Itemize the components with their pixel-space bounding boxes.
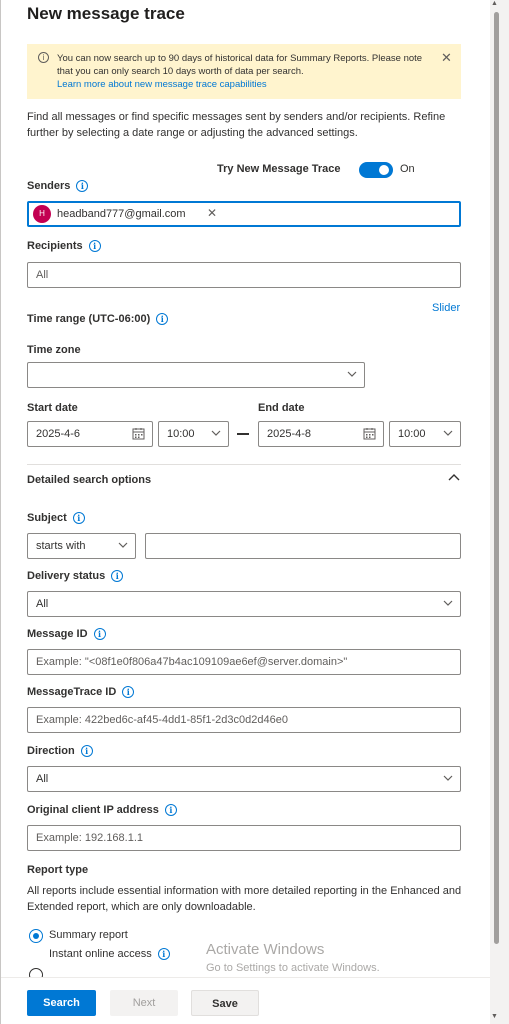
summary-report-radio[interactable] (29, 929, 43, 943)
summary-report-sub: Instant online access i (49, 948, 170, 961)
chevron-down-icon (443, 775, 453, 781)
remove-sender-icon[interactable]: ✕ (207, 206, 217, 220)
direction-select[interactable]: All (27, 766, 461, 792)
messagetrace-id-input[interactable]: Example: 422bed6c-af45-4dd1-85f1-2d3c0d2… (27, 707, 461, 733)
toggle-label: Try New Message Trace (217, 163, 341, 175)
start-time-value: 10:00 (167, 428, 195, 440)
radio-selected-dot (33, 933, 39, 939)
messagetrace-id-placeholder: Example: 422bed6c-af45-4dd1-85f1-2d3c0d2… (36, 714, 288, 726)
recipients-input[interactable]: All (27, 262, 461, 288)
chevron-down-icon (118, 542, 128, 548)
activation-watermark-title: Activate Windows (206, 941, 325, 958)
banner-text: You can now search up to 90 days of hist… (57, 53, 423, 77)
info-icon: i (38, 52, 49, 63)
chevron-down-icon (443, 600, 453, 606)
slider-link[interactable]: Slider (432, 302, 460, 314)
activation-watermark-text: Go to Settings to activate Windows. (206, 962, 380, 974)
chevron-down-icon (347, 371, 357, 377)
toggle-knob (379, 165, 389, 175)
info-icon[interactable]: i (157, 948, 170, 961)
close-icon[interactable]: ✕ (441, 50, 452, 66)
scrollbar[interactable]: ▲ ▼ (490, 0, 509, 1024)
info-icon[interactable]: i (88, 240, 101, 253)
info-icon[interactable]: i (122, 686, 135, 699)
page-title: New message trace (27, 4, 185, 23)
sender-chip-email: headband777@gmail.com (57, 208, 186, 220)
time-zone-label: Time zone (27, 344, 81, 356)
next-button[interactable]: Next (110, 990, 178, 1016)
detailed-search-label[interactable]: Detailed search options (27, 474, 151, 486)
recipients-label: Recipients i (27, 240, 101, 253)
scroll-down-icon[interactable]: ▼ (491, 1013, 498, 1020)
info-icon[interactable]: i (72, 512, 85, 525)
chevron-down-icon (443, 430, 453, 436)
client-ip-placeholder: Example: 192.168.1.1 (36, 832, 144, 844)
start-date-value: 2025-4-6 (36, 428, 81, 440)
new-trace-toggle[interactable] (359, 162, 393, 178)
end-time-select[interactable]: 10:00 (389, 421, 461, 447)
message-id-placeholder: Example: "<08f1e0f806a47b4ac109109ae6ef@… (36, 656, 348, 668)
subject-label: Subject i (27, 512, 85, 525)
info-icon[interactable]: i (111, 570, 124, 583)
time-zone-select[interactable] (27, 362, 365, 388)
calendar-icon (363, 428, 376, 440)
client-ip-input[interactable]: Example: 192.168.1.1 (27, 825, 461, 851)
direction-label: Direction i (27, 745, 93, 758)
start-date-picker[interactable]: 2025-4-6 (27, 421, 153, 447)
range-separator (237, 433, 249, 435)
report-type-description: All reports include essential informatio… (27, 885, 462, 913)
info-banner: i You can now search up to 90 days of hi… (27, 44, 461, 99)
message-id-input[interactable]: Example: "<08f1e0f806a47b4ac109109ae6ef@… (27, 649, 461, 675)
subject-operator-select[interactable]: starts with (27, 533, 136, 559)
time-range-label: Time range (UTC-06:00) i (27, 313, 169, 326)
search-button[interactable]: Search (27, 990, 96, 1016)
footer-bar: Search Next Save (1, 977, 491, 1024)
scrollbar-thumb[interactable] (494, 12, 499, 944)
avatar: H (33, 205, 51, 223)
section-divider (27, 464, 461, 465)
delivery-status-label: Delivery status i (27, 570, 124, 583)
subject-operator-value: starts with (36, 540, 86, 552)
senders-input[interactable]: H headband777@gmail.com ✕ (27, 201, 461, 227)
delivery-status-value: All (36, 598, 49, 610)
chevron-down-icon (211, 430, 221, 436)
start-time-select[interactable]: 10:00 (158, 421, 229, 447)
messagetrace-id-label: MessageTrace ID i (27, 686, 135, 699)
toggle-state: On (400, 163, 415, 175)
message-trace-panel: New message trace i You can now search u… (0, 0, 509, 1024)
info-icon[interactable]: i (164, 804, 177, 817)
learn-more-link[interactable]: Learn more about new message trace capab… (57, 79, 267, 90)
report-type-label: Report type (27, 864, 89, 876)
recipients-placeholder: All (36, 269, 49, 281)
start-date-label: Start date (27, 402, 78, 414)
subject-input[interactable] (145, 533, 461, 559)
info-icon[interactable]: i (156, 313, 169, 326)
end-time-value: 10:00 (398, 428, 426, 440)
end-date-label: End date (258, 402, 305, 414)
info-icon[interactable]: i (80, 745, 93, 758)
direction-value: All (36, 773, 49, 785)
end-date-value: 2025-4-8 (267, 428, 312, 440)
end-date-picker[interactable]: 2025-4-8 (258, 421, 384, 447)
client-ip-label: Original client IP address i (27, 804, 177, 817)
chevron-up-icon[interactable] (447, 472, 461, 484)
save-button[interactable]: Save (191, 990, 259, 1016)
scroll-up-icon[interactable]: ▲ (491, 0, 498, 7)
info-icon[interactable]: i (93, 628, 106, 641)
message-id-label: Message ID i (27, 628, 106, 641)
calendar-icon (132, 428, 145, 440)
intro-text: Find all messages or find specific messa… (27, 111, 446, 139)
summary-report-label[interactable]: Summary report (49, 929, 128, 941)
info-icon[interactable]: i (76, 180, 89, 193)
senders-label: Senders i (27, 180, 89, 193)
delivery-status-select[interactable]: All (27, 591, 461, 617)
